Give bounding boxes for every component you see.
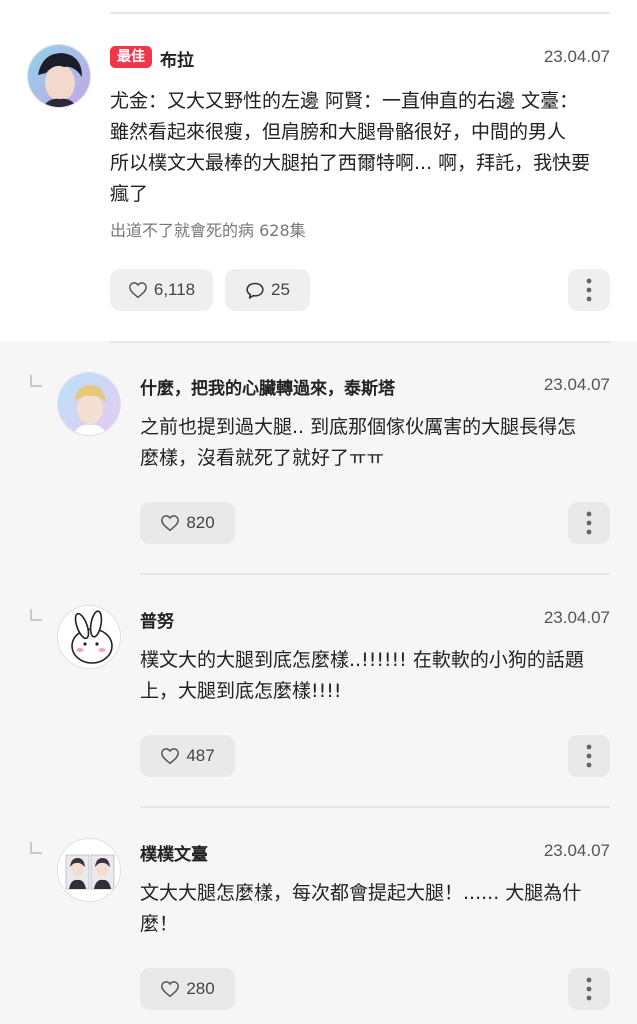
reply-line: 之前也提到過大腿.. 到底那個傢伙厲害的大腿長得怎 [140, 416, 577, 438]
heart-outline-icon [161, 515, 180, 532]
reply-count: 25 [271, 280, 290, 299]
best-comment: 最佳 布拉 23.04.07 尤金：又大又野性的左邊 阿賢：一直伸直的右邊 文臺… [0, 0, 637, 341]
comment-line: 雖然看起來很瘦，但肩膀和大腿骨骼很好，中間的男人 [110, 121, 567, 143]
reply-line: 麼！ [140, 913, 179, 935]
comment-line: 所以樸文大最棒的大腿拍了西爾特啊... 啊，拜託，我快要 [110, 152, 591, 174]
more-options-button[interactable] [568, 269, 610, 311]
heart-outline-icon [161, 981, 180, 998]
like-count: 280 [186, 979, 215, 998]
avatar[interactable] [27, 44, 91, 108]
comment-date: 23.04.07 [543, 47, 610, 66]
reply-line: 樸文大的大腿到底怎麼樣..!!!!!! 在軟軟的小狗的話題 [140, 649, 584, 671]
best-badge: 最佳 [110, 46, 152, 68]
reply-line: 上，大腿到底怎麼樣!!!! [140, 680, 342, 702]
like-count: 820 [186, 513, 215, 532]
avatar[interactable] [57, 838, 121, 902]
vertical-dots-icon [586, 977, 592, 1001]
comment-line: 瘋了 [110, 183, 149, 205]
reply-corner-icon [30, 842, 42, 854]
speech-bubble-icon [246, 282, 264, 299]
divider [110, 341, 610, 343]
top-divider [110, 12, 610, 14]
avatar[interactable] [57, 372, 121, 436]
username[interactable]: 什麼，把我的心臟轉過來，泰斯塔 [140, 374, 395, 399]
like-button[interactable]: 820 [140, 502, 235, 544]
more-options-button[interactable] [568, 968, 610, 1010]
like-count: 487 [186, 746, 215, 765]
episode-link[interactable]: 出道不了就會死的病 628集 [110, 217, 306, 241]
comment-body: 尤金：又大又野性的左邊 阿賢：一直伸直的右邊 文臺： 雖然看起來很瘦，但肩膀和大… [110, 86, 615, 210]
replies-section: 什麼，把我的心臟轉過來，泰斯塔 23.04.07 之前也提到過大腿.. 到底那個… [0, 341, 637, 1024]
reply-body: 文大大腿怎麼樣，每次都會提起大腿！...... 大腿為什 麼！ [140, 878, 610, 940]
reply-date: 23.04.07 [543, 375, 610, 394]
more-options-button[interactable] [568, 735, 610, 777]
avatar[interactable] [57, 605, 121, 669]
reply-body: 之前也提到過大腿.. 到底那個傢伙厲害的大腿長得怎 麼樣，沒看就死了就好了ㅠㅠ [140, 412, 610, 474]
like-button[interactable]: 280 [140, 968, 235, 1010]
reply-date: 23.04.07 [543, 608, 610, 627]
reply-date: 23.04.07 [543, 841, 610, 860]
username[interactable]: 樸樸文臺 [140, 840, 208, 865]
username[interactable]: 布拉 [160, 46, 194, 71]
vertical-dots-icon [586, 744, 592, 768]
reply-count-button[interactable]: 25 [225, 269, 310, 311]
more-options-button[interactable] [568, 502, 610, 544]
heart-outline-icon [161, 748, 180, 765]
vertical-dots-icon [586, 511, 592, 535]
like-button[interactable]: 487 [140, 735, 235, 777]
divider [140, 806, 610, 808]
reply-corner-icon [30, 375, 42, 387]
reply-line: 文大大腿怎麼樣，每次都會提起大腿！...... 大腿為什 [140, 882, 582, 904]
vertical-dots-icon [586, 278, 592, 302]
divider [140, 573, 610, 575]
like-count: 6,118 [153, 280, 196, 299]
reply-body: 樸文大的大腿到底怎麼樣..!!!!!! 在軟軟的小狗的話題 上，大腿到底怎麼樣!… [140, 645, 610, 707]
like-button[interactable]: 6,118 [110, 269, 213, 311]
comment-line: 尤金：又大又野性的左邊 阿賢：一直伸直的右邊 文臺： [110, 90, 579, 112]
heart-outline-icon [128, 282, 147, 299]
reply-corner-icon [30, 609, 42, 621]
username[interactable]: 普努 [140, 607, 174, 632]
reply-line: 麼樣，沒看就死了就好了ㅠㅠ [140, 447, 384, 469]
